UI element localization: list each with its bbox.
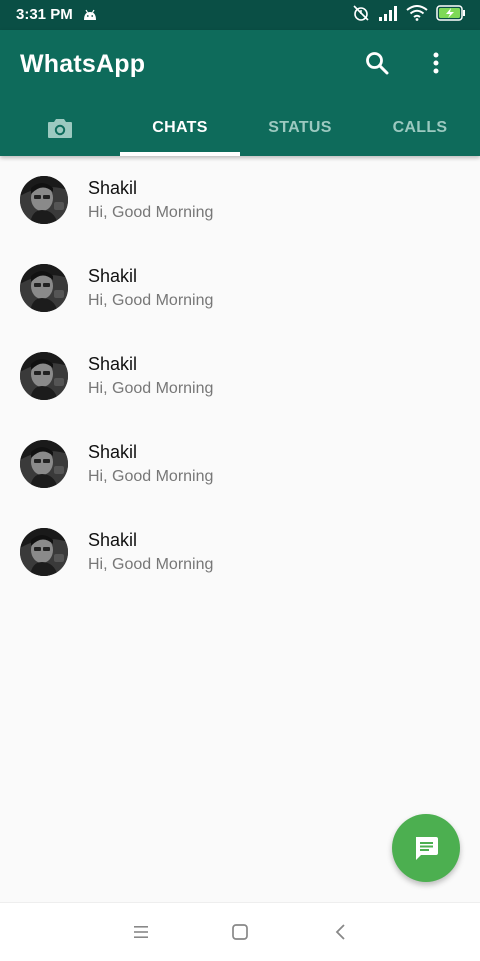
battery-charging-icon [436,4,466,26]
android-icon [82,8,98,26]
more-options-button[interactable] [416,43,456,83]
menu-icon [134,926,148,938]
chat-row[interactable]: Shakil Hi, Good Morning [0,156,480,244]
chat-list: Shakil Hi, Good Morning Shakil Hi, Good … [0,156,480,596]
chat-row[interactable]: Shakil Hi, Good Morning [0,244,480,332]
search-button[interactable] [357,43,397,83]
chat-name: Shakil [88,530,138,550]
alarm-off-icon [352,4,370,27]
status-time: 3:31 PM [16,6,73,23]
home-button[interactable] [225,917,255,947]
avatar [20,528,68,576]
chat-last-message: Hi, Good Morning [88,204,214,221]
system-nav-bar [0,902,480,961]
signal-icon [378,5,398,26]
tab-camera[interactable] [0,100,120,156]
avatar [20,176,68,224]
chat-last-message: Hi, Good Morning [88,556,214,573]
app-title: WhatsApp [20,50,146,78]
menu-button[interactable] [126,917,156,947]
back-button[interactable] [326,917,356,947]
camera-icon [48,119,72,138]
tab-bar: CHATS STATUS CALLS [0,100,480,156]
chat-name: Shakil [88,178,138,198]
chat-row[interactable]: Shakil Hi, Good Morning [0,508,480,596]
avatar [20,440,68,488]
chat-last-message: Hi, Good Morning [88,380,214,397]
more-vert-icon [433,52,439,74]
back-icon [335,924,345,940]
wifi-icon [406,4,428,26]
avatar [20,352,68,400]
avatar [20,264,68,312]
status-bar: 3:31 PM [0,0,480,30]
chat-name: Shakil [88,442,138,462]
tab-calls[interactable]: CALLS [360,100,480,156]
app-bar: WhatsApp CHATS STATUS CALLS [0,30,480,156]
chat-last-message: Hi, Good Morning [88,468,214,485]
message-icon [416,837,438,860]
chat-name: Shakil [88,266,138,286]
chat-last-message: Hi, Good Morning [88,292,214,309]
chat-row[interactable]: Shakil Hi, Good Morning [0,420,480,508]
tab-chats[interactable]: CHATS [120,100,240,156]
tab-status[interactable]: STATUS [240,100,360,156]
new-chat-fab[interactable] [392,814,460,882]
home-icon [232,924,248,940]
chat-name: Shakil [88,354,138,374]
search-icon [366,52,389,75]
chat-row[interactable]: Shakil Hi, Good Morning [0,332,480,420]
